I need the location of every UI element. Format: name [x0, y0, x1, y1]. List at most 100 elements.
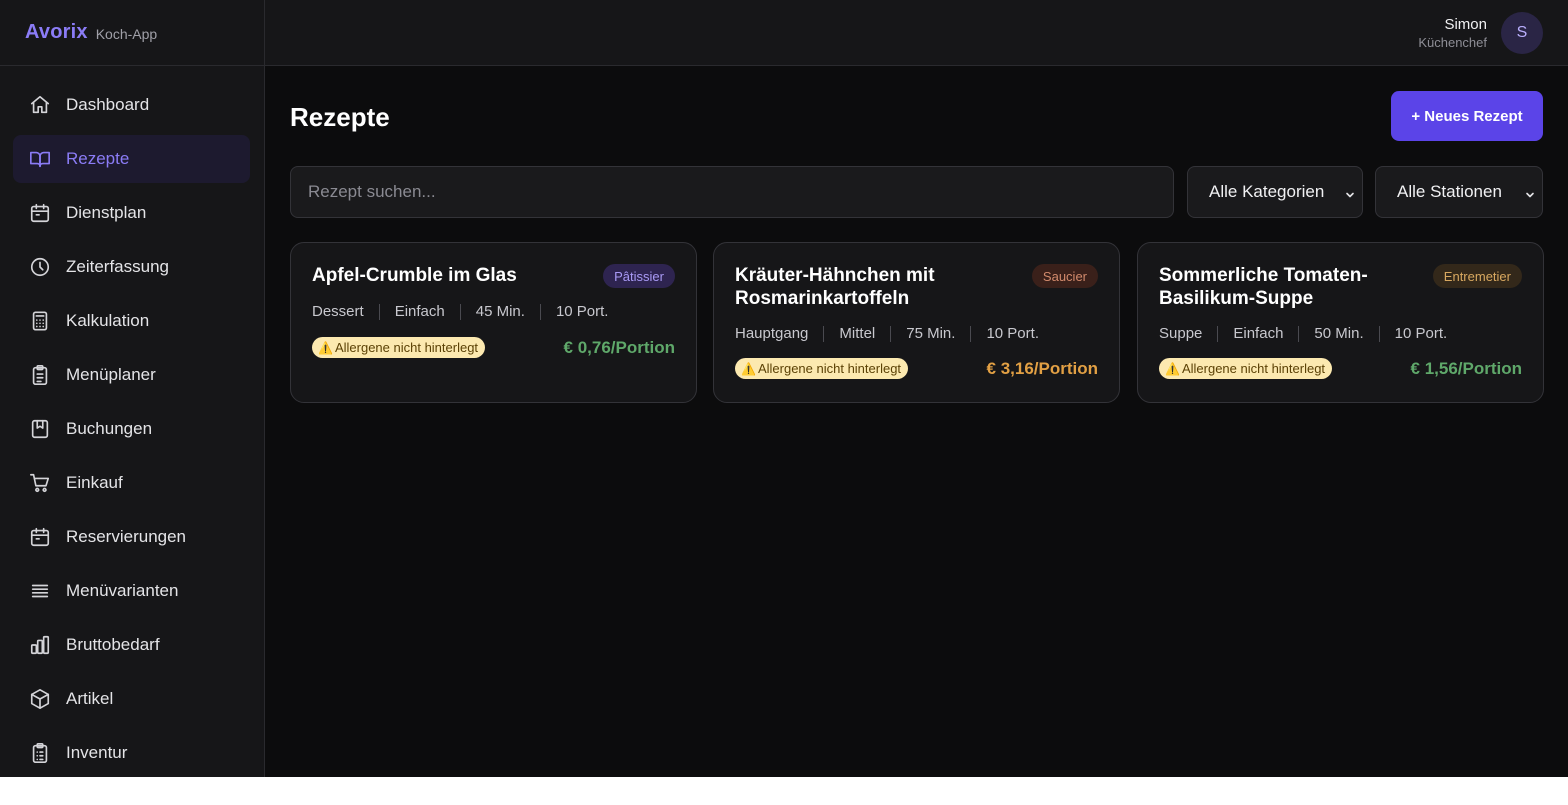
divider — [1298, 325, 1300, 342]
box-icon — [28, 687, 52, 711]
divider — [823, 325, 825, 342]
recipe-price: € 3,16/Portion — [986, 359, 1098, 378]
recipe-portions: 10 Port. — [1394, 325, 1448, 342]
recipe-price: € 1,56/Portion — [1410, 359, 1522, 378]
search-input[interactable] — [290, 166, 1174, 218]
category-filter-select[interactable]: Alle Kategorien — [1187, 166, 1363, 218]
sidebar-item-label: Buchungen — [66, 419, 153, 438]
calendar-icon — [28, 201, 52, 225]
warning-icon: ⚠️ — [318, 340, 333, 355]
allergen-warning-text: Allergene nicht hinterlegt — [757, 361, 902, 376]
recipe-duration: 50 Min. — [1314, 325, 1364, 342]
recipe-category: Suppe — [1159, 325, 1203, 342]
sidebar-item-dienstplan[interactable]: Dienstplan — [13, 189, 250, 237]
allergen-warning-badge: ⚠️ Allergene nicht hinterlegt — [735, 358, 909, 379]
cart-icon — [28, 471, 52, 495]
sidebar-item-bruttobedarf[interactable]: Bruttobedarf — [13, 621, 250, 669]
calendar-icon — [28, 525, 52, 549]
station-badge: Entremetier — [1432, 264, 1522, 288]
divider — [539, 303, 541, 320]
recipe-card[interactable]: Kräuter-Hähnchen mit Rosmarinkartoffeln … — [713, 242, 1120, 403]
allergen-warning-badge: ⚠️ Allergene nicht hinterlegt — [1159, 358, 1333, 379]
recipe-category: Hauptgang — [735, 325, 809, 342]
user-info: Simon Küchenchef — [1418, 16, 1487, 50]
sidebar-item-rezepte[interactable]: Rezepte — [13, 135, 250, 183]
sidebar-item-label: Menüvarianten — [66, 581, 179, 600]
sidebar-item-menueplaner[interactable]: Menüplaner — [13, 351, 250, 399]
sidebar-item-einkauf[interactable]: Einkauf — [13, 459, 250, 507]
recipe-portions: 10 Port. — [555, 303, 609, 320]
sidebar-item-buchungen[interactable]: Buchungen — [13, 405, 250, 453]
divider — [970, 325, 972, 342]
home-icon — [28, 93, 52, 117]
clock-icon — [28, 255, 52, 279]
sidebar-item-zeiterfassung[interactable]: Zeiterfassung — [13, 243, 250, 291]
station-filter-select[interactable]: Alle Stationen — [1375, 166, 1543, 218]
sidebar: Avorix Koch-App Dashboard Rezepte Dienst… — [0, 0, 265, 777]
book-icon — [28, 147, 52, 171]
sidebar-item-label: Kalkulation — [66, 311, 150, 330]
sidebar-item-label: Inventur — [66, 743, 128, 762]
category-filter-value: Alle Kategorien — [1209, 182, 1325, 201]
clipboard-icon — [28, 363, 52, 387]
user-menu[interactable]: Simon Küchenchef S — [1418, 12, 1543, 54]
sidebar-item-label: Zeiterfassung — [66, 257, 169, 276]
recipe-meta: Dessert Einfach 45 Min. 10 Port. — [312, 303, 608, 320]
recipe-difficulty: Einfach — [1233, 325, 1284, 342]
warning-icon: ⚠️ — [741, 361, 756, 376]
sidebar-item-label: Einkauf — [66, 473, 123, 492]
chevron-down-icon — [1344, 186, 1356, 206]
divider — [1217, 325, 1219, 342]
recipe-title: Apfel-Crumble im Glas — [312, 265, 517, 286]
sidebar-item-menuevarianten[interactable]: Menüvarianten — [13, 567, 250, 615]
allergen-warning-text: Allergene nicht hinterlegt — [1181, 361, 1326, 376]
recipe-difficulty: Einfach — [394, 303, 445, 320]
divider — [890, 325, 892, 342]
brand[interactable]: Avorix Koch-App — [0, 0, 264, 66]
sidebar-item-label: Dienstplan — [66, 203, 147, 222]
recipe-title: Sommerliche Tomaten-Basilikum-Suppe — [1159, 265, 1368, 309]
recipe-portions: 10 Port. — [986, 325, 1039, 342]
new-recipe-button[interactable]: + Neues Rezept — [1391, 91, 1543, 141]
recipe-category: Dessert — [312, 303, 364, 320]
top-bar: Simon Küchenchef S — [265, 0, 1568, 66]
sidebar-item-label: Reservierungen — [66, 527, 187, 546]
sidebar-item-label: Rezepte — [66, 149, 130, 168]
station-badge: Pâtissier — [603, 264, 675, 288]
recipe-meta: Suppe Einfach 50 Min. 10 Port. — [1159, 325, 1447, 342]
recipe-duration: 45 Min. — [475, 303, 525, 320]
divider — [1378, 325, 1380, 342]
recipe-card[interactable]: Apfel-Crumble im Glas Pâtissier Dessert … — [290, 242, 697, 403]
station-filter-value: Alle Stationen — [1397, 182, 1502, 201]
sidebar-item-label: Bruttobedarf — [66, 635, 160, 654]
list-icon — [28, 579, 52, 603]
recipe-card[interactable]: Sommerliche Tomaten-Basilikum-Suppe Entr… — [1137, 242, 1544, 403]
recipe-price: € 0,76/Portion — [563, 338, 675, 357]
brand-logo-text: Avorix — [25, 21, 88, 43]
bookmark-book-icon — [28, 417, 52, 441]
allergen-warning-text: Allergene nicht hinterlegt — [334, 340, 479, 355]
sidebar-item-label: Menüplaner — [66, 365, 156, 384]
warning-icon: ⚠️ — [1165, 361, 1180, 376]
app-root: Avorix Koch-App Dashboard Rezepte Dienst… — [0, 0, 1568, 777]
clipboard-list-icon — [28, 741, 52, 765]
avatar[interactable]: S — [1501, 12, 1543, 54]
sidebar-item-label: Artikel — [66, 689, 114, 708]
brand-subtitle: Koch-App — [95, 25, 158, 42]
bar-chart-icon — [28, 633, 52, 657]
recipe-difficulty: Mittel — [839, 325, 876, 342]
station-badge: Saucier — [1031, 264, 1098, 288]
page-title: Rezepte — [290, 102, 390, 132]
allergen-warning-badge: ⚠️ Allergene nicht hinterlegt — [312, 337, 486, 358]
sidebar-item-reservierungen[interactable]: Reservierungen — [13, 513, 250, 561]
calculator-icon — [28, 309, 52, 333]
divider — [459, 303, 461, 320]
recipe-title: Kräuter-Hähnchen mit Rosmarinkartoffeln — [735, 265, 935, 309]
sidebar-item-label: Dashboard — [66, 95, 150, 114]
sidebar-item-kalkulation[interactable]: Kalkulation — [13, 297, 250, 345]
sidebar-item-dashboard[interactable]: Dashboard — [13, 81, 250, 129]
sidebar-nav: Dashboard Rezepte Dienstplan Zeiterfassu… — [13, 81, 250, 783]
recipe-duration: 75 Min. — [906, 325, 956, 342]
sidebar-item-inventur[interactable]: Inventur — [13, 729, 250, 777]
sidebar-item-artikel[interactable]: Artikel — [13, 675, 250, 723]
